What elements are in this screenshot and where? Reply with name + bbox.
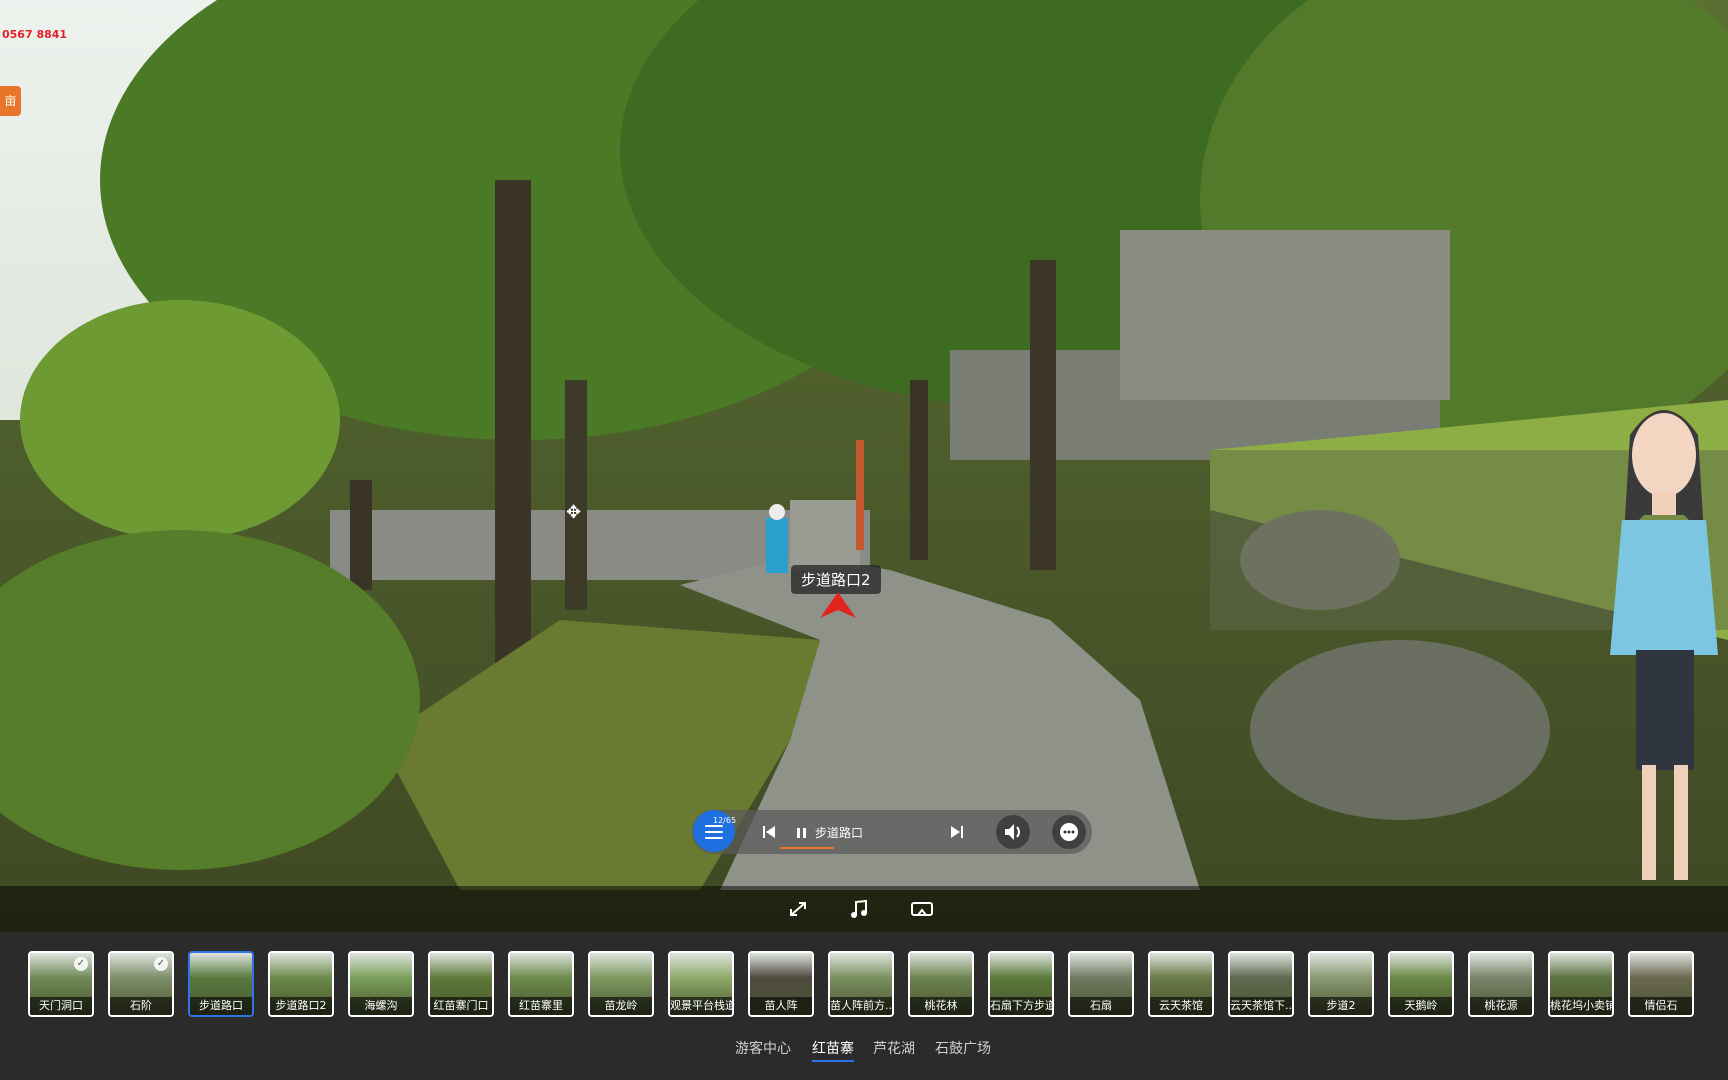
previous-icon[interactable] [762, 825, 776, 839]
thumbnail-label: 天鹅岭 [1390, 997, 1452, 1015]
thumbnail-label: 红苗寨门口 [430, 997, 492, 1015]
brand-logo: 0567 8841 [2, 28, 68, 41]
scene-group-tabs: 游客中心 红苗寨 芦花湖 石鼓广场 [0, 1038, 1728, 1062]
scene-counter: 12/65 [713, 816, 737, 825]
scene-thumbnail[interactable]: 情侣石 [1628, 951, 1694, 1017]
audio-player [692, 810, 1092, 854]
scene-thumbnail[interactable]: 红苗寨里 [508, 951, 574, 1017]
scene-thumbnail[interactable]: 步道路口 [188, 951, 254, 1017]
thumbnail-label: 天门洞口 [30, 997, 92, 1015]
thumbnail-label: 苗人阵 [750, 997, 812, 1015]
volume-button[interactable] [996, 815, 1030, 849]
scene-list-button[interactable]: 12/65 [693, 810, 737, 852]
scene-group-tab[interactable]: 石鼓广场 [935, 1038, 991, 1058]
scene-thumbnail[interactable]: 云天茶馆下... [1228, 951, 1294, 1017]
scene-group-tab[interactable]: 芦花湖 [873, 1038, 915, 1058]
side-tab[interactable]: 亩 [0, 86, 21, 116]
thumbnail-label: 桃花坞小卖铺 [1550, 997, 1612, 1015]
hotspot-arrow-icon[interactable] [818, 590, 858, 620]
scene-thumbnail[interactable]: 步道路口2 [268, 951, 334, 1017]
thumbnail-label: 红苗寨里 [510, 997, 572, 1015]
thumbnail-label: 步道路口 [190, 997, 252, 1015]
thumbnail-label: 观景平台栈道 [670, 997, 732, 1015]
thumbnail-label: 海螺沟 [350, 997, 412, 1015]
music-icon[interactable] [848, 898, 872, 920]
scene-thumbnail[interactable]: 苗龙岭 [588, 951, 654, 1017]
scene-thumbnail[interactable]: ✓ 天门洞口 [28, 951, 94, 1017]
scene-thumbnail[interactable]: ✓ 石阶 [108, 951, 174, 1017]
thumbnail-label: 情侣石 [1630, 997, 1692, 1015]
next-icon[interactable] [950, 825, 964, 839]
chat-button[interactable] [1052, 815, 1086, 849]
thumbnail-label: 苗龙岭 [590, 997, 652, 1015]
scene-thumbnail[interactable]: 苗人阵前方... [828, 951, 894, 1017]
thumbnail-label: 石阶 [110, 997, 172, 1015]
volume-icon [1005, 824, 1020, 840]
scene-thumbnail[interactable]: 桃花林 [908, 951, 974, 1017]
scene-thumbnail[interactable]: 桃花源 [1468, 951, 1534, 1017]
move-cursor-icon: ✥ [566, 502, 582, 523]
thumbnail-label: 步道2 [1310, 997, 1372, 1015]
vr-icon[interactable] [910, 898, 934, 920]
scene-thumbnail[interactable]: 云天茶馆 [1148, 951, 1214, 1017]
thumbnail-label: 石扇下方步道 [990, 997, 1052, 1015]
visited-check-icon: ✓ [154, 957, 168, 971]
thumbnail-label: 云天茶馆下... [1230, 997, 1292, 1015]
thumbnail-label: 桃花源 [1470, 997, 1532, 1015]
scene-group-tab[interactable]: 游客中心 [735, 1038, 791, 1058]
scene-thumbnail[interactable]: 步道2 [1308, 951, 1374, 1017]
scene-thumbnail[interactable]: 红苗寨门口 [428, 951, 494, 1017]
scene-thumbnail[interactable]: 桃花坞小卖铺 [1548, 951, 1614, 1017]
track-name: 步道路口 [815, 826, 864, 840]
visited-check-icon: ✓ [74, 957, 88, 971]
thumbnail-label: 云天茶馆 [1150, 997, 1212, 1015]
scene-thumbnail[interactable]: 石扇下方步道 [988, 951, 1054, 1017]
guide-avatar[interactable] [1600, 395, 1728, 890]
scene-group-tab[interactable]: 红苗寨 [812, 1038, 854, 1062]
pause-icon[interactable] [796, 827, 808, 839]
thumbnail-label: 步道路口2 [270, 997, 332, 1015]
menu-icon [705, 825, 723, 843]
thumbnail-label: 石扇 [1070, 997, 1132, 1015]
scene-thumbnail[interactable]: 天鹅岭 [1388, 951, 1454, 1017]
scene-thumbnail[interactable]: 石扇 [1068, 951, 1134, 1017]
scene-thumbnail[interactable]: 观景平台栈道 [668, 951, 734, 1017]
audio-progress[interactable] [780, 847, 834, 849]
chat-icon [1060, 823, 1078, 841]
thumbnail-label: 苗人阵前方... [830, 997, 892, 1015]
scene-thumbnail[interactable]: 海螺沟 [348, 951, 414, 1017]
thumbnail-label: 桃花林 [910, 997, 972, 1015]
scene-thumbnail[interactable]: 苗人阵 [748, 951, 814, 1017]
fullscreen-icon[interactable] [786, 898, 810, 920]
